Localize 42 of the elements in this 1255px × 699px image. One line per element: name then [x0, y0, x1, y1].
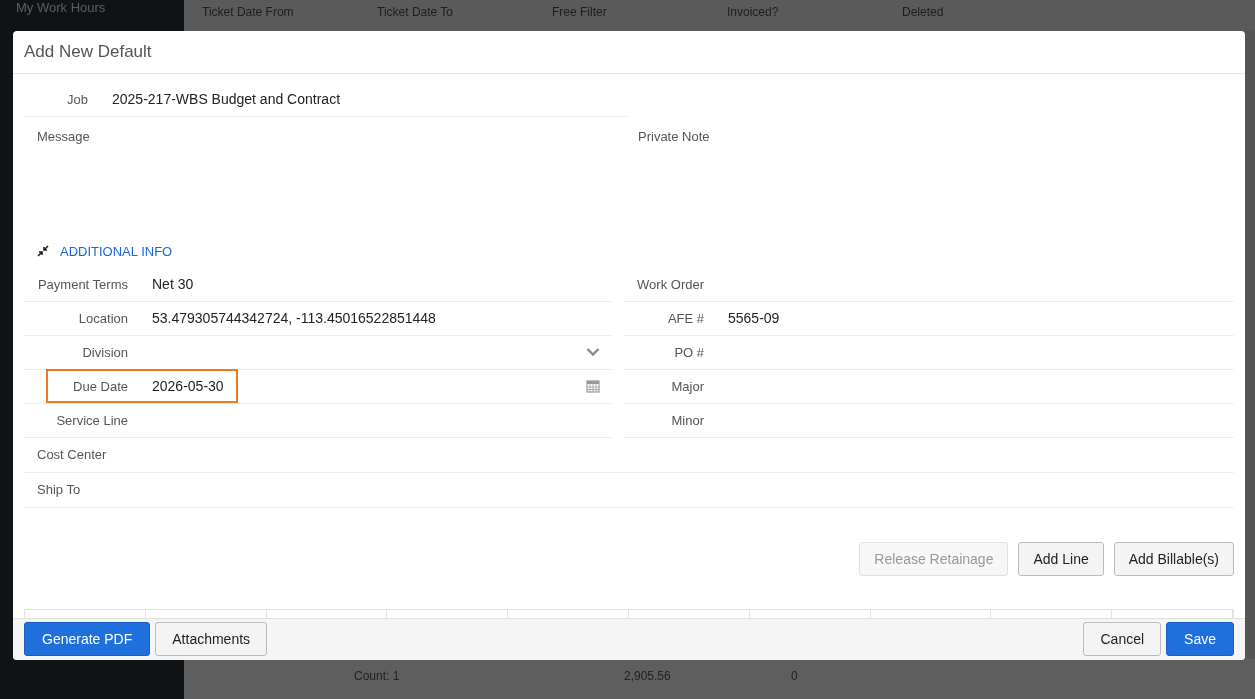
calendar-icon[interactable] [586, 379, 600, 394]
footer-button[interactable]: Attachments [155, 622, 268, 657]
sidebar-title: My Work Hours [16, 0, 106, 15]
primary-button[interactable]: Generate PDF [24, 622, 151, 657]
table-cell: 2,905.56 [624, 669, 671, 683]
field-label: Cost Center [37, 447, 108, 463]
action-button[interactable]: Add Billable(s) [1113, 542, 1234, 576]
field-label: Private Note [638, 129, 710, 144]
note-area[interactable]: Message [24, 117, 633, 235]
field-value[interactable]: 2025-217-WBS Budget and Contract [112, 91, 341, 108]
filter-label: Ticket Date From [202, 5, 295, 21]
primary-button[interactable]: Save [1166, 622, 1234, 657]
action-button[interactable]: Add Line [1018, 542, 1104, 576]
field-value[interactable]: 53.479305744342724, -113.45016522851448 [152, 310, 436, 327]
field-label: Minor [670, 413, 704, 428]
section-link[interactable]: ADDITIONAL INFO [60, 244, 173, 259]
field-label: Message [37, 129, 90, 144]
field-label: Division [81, 345, 128, 360]
footer-button[interactable]: Cancel [1083, 622, 1162, 657]
table-cell: 0 [791, 669, 798, 683]
field-label: Work Order [636, 277, 704, 292]
table-cell: Count: 1 [354, 669, 400, 683]
field-label: Payment Terms [36, 277, 128, 292]
chevron-down-icon[interactable] [586, 347, 600, 358]
field-value[interactable]: Net 30 [152, 276, 194, 293]
field-value[interactable]: 5565-09 [728, 310, 780, 327]
field-label: Due Date [72, 379, 128, 394]
field-label: AFE # [666, 311, 704, 326]
dialog-title: Add New Default [24, 42, 152, 62]
filter-label: Ticket Date To [377, 5, 455, 21]
filter-label: Deleted [902, 5, 945, 21]
filter-label: Invoiced? [727, 5, 780, 21]
field-label: Location [77, 311, 128, 326]
field-label: PO # [673, 345, 704, 360]
field-value[interactable]: 2026-05-30 [152, 378, 224, 395]
note-area[interactable]: Private Note [633, 117, 1234, 235]
field-label: Major [670, 379, 704, 394]
field-label: Job [66, 92, 88, 107]
field-label: Service Line [55, 413, 128, 428]
field-label: Ship To [37, 482, 82, 498]
filter-label: Free Filter [552, 5, 608, 21]
collapse-icon[interactable] [37, 245, 49, 258]
